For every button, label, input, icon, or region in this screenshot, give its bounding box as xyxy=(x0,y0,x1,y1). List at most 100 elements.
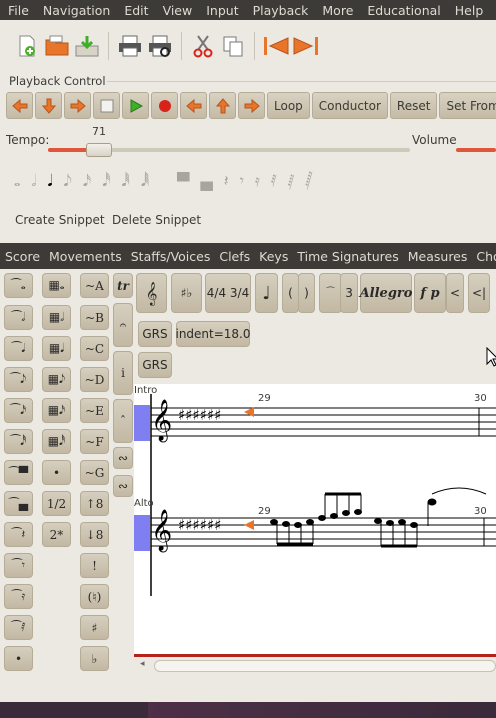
treble-clef-icon[interactable]: 𝄞 xyxy=(136,273,167,313)
delete-snippet-button[interactable]: Delete Snippet xyxy=(112,213,201,227)
staccato-icon[interactable]: ⅰ xyxy=(113,351,133,395)
chord-eighth-icon[interactable]: ▦𝅘𝅥𝅮 xyxy=(42,367,71,392)
insert-g-button[interactable]: ~G xyxy=(80,460,109,485)
flatten-button[interactable]: ♭ xyxy=(80,646,109,671)
menu-more[interactable]: More xyxy=(314,3,359,18)
score-view[interactable]: 𝄞 ♯♯♯♯♯♯ 𝄞 ♯♯♯♯♯♯ Intro 29 30 Alto 29 30 xyxy=(134,384,496,656)
open-folder-icon[interactable] xyxy=(42,31,72,61)
chord-half-icon[interactable]: ▦𝅗𝅥 xyxy=(42,305,71,330)
tie-half-rest-icon[interactable]: ⁀▄ xyxy=(4,491,33,516)
barline-button[interactable]: <| xyxy=(468,273,490,313)
accent-icon[interactable]: ˆ xyxy=(113,399,133,443)
objmenu-measures[interactable]: Measures xyxy=(403,249,472,264)
tie-whole-rest-icon[interactable]: ⁀▀ xyxy=(4,460,33,485)
paren-open-button[interactable]: ( xyxy=(282,273,299,313)
key-signature-icon[interactable]: ♯♭ xyxy=(171,273,202,313)
objmenu-chords[interactable]: Chords xyxy=(471,249,496,264)
loop-button[interactable]: Loop xyxy=(267,92,310,119)
new-document-icon[interactable] xyxy=(12,31,42,61)
tempo-marking-button[interactable]: Allegro xyxy=(360,273,412,313)
playback-end-right-button[interactable] xyxy=(238,92,265,119)
dot-icon[interactable]: • xyxy=(4,646,33,671)
copy-icon[interactable] xyxy=(218,31,248,61)
save-icon[interactable] xyxy=(72,31,102,61)
trill-button[interactable]: tr xyxy=(113,273,133,298)
menu-file[interactable]: File xyxy=(0,3,35,18)
tie-sixteenth-rest-icon[interactable]: ⁀𝄿 xyxy=(4,584,33,609)
objmenu-score[interactable]: Score xyxy=(0,249,44,264)
menu-playback[interactable]: Playback xyxy=(245,3,315,18)
paren-close-button[interactable]: ) xyxy=(298,273,315,313)
insert-b-button[interactable]: ~B xyxy=(80,305,109,330)
scroll-left-icon[interactable]: ◂ xyxy=(140,659,145,669)
objmenu-movements[interactable]: Movements xyxy=(44,249,126,264)
menu-educational[interactable]: Educational xyxy=(359,3,446,18)
stop-button[interactable] xyxy=(93,92,120,119)
tie-thirty-second-rest-icon[interactable]: ⁀𝅀 xyxy=(4,615,33,640)
play-button[interactable] xyxy=(122,92,149,119)
fermata-icon[interactable]: 𝄐 xyxy=(113,303,133,347)
horizontal-scrollbar[interactable]: ◂ xyxy=(134,657,496,675)
menu-edit[interactable]: Edit xyxy=(116,3,154,18)
create-snippet-button[interactable]: Create Snippet xyxy=(15,213,105,227)
sharpen-button[interactable]: ♯ xyxy=(80,615,109,640)
sixty-fourth-note-icon[interactable]: 𝅘𝅥𝅱 xyxy=(122,171,130,191)
time-signature-button[interactable]: 4/4 3/4 xyxy=(205,273,251,313)
reset-button[interactable]: Reset xyxy=(389,92,438,119)
sixteenth-rest-icon[interactable]: 𝄿 xyxy=(255,171,260,191)
conductor-button[interactable]: Conductor xyxy=(311,92,388,119)
eighth-rest-icon[interactable]: 𝄾 xyxy=(240,171,244,191)
whole-note-icon[interactable]: 𝅝 xyxy=(14,171,20,191)
thirty-second-rest-icon[interactable]: 𝅀 xyxy=(271,171,277,191)
move-down-button[interactable] xyxy=(35,92,62,119)
triplet-button[interactable]: 3 xyxy=(340,273,358,313)
scrollbar-thumb[interactable] xyxy=(154,660,496,672)
hundred-twenty-eighth-rest-icon[interactable]: 𝅂 xyxy=(305,171,312,191)
hundred-twenty-eighth-note-icon[interactable]: 𝅘𝅥𝅲 xyxy=(141,171,149,191)
objmenu-clefs[interactable]: Clefs xyxy=(214,249,254,264)
eighth-note-icon[interactable]: 𝅘𝅥𝅮 xyxy=(64,171,72,191)
sixty-fourth-rest-icon[interactable]: 𝅁 xyxy=(288,171,295,191)
whole-rest-icon[interactable]: ▀ xyxy=(177,172,189,191)
menu-view[interactable]: View xyxy=(155,3,199,18)
octave-up-button[interactable]: ↑8 xyxy=(80,491,109,516)
insert-a-button[interactable]: ~A xyxy=(80,273,109,298)
menu-navigation[interactable]: Navigation xyxy=(35,3,116,18)
tie-half-icon[interactable]: ⁀𝅗𝅥 xyxy=(4,305,33,330)
tie-sixteenth-icon[interactable]: ⁀𝅘𝅥𝅯 xyxy=(4,398,33,423)
objmenu-time-signatures[interactable]: Time Signatures xyxy=(292,249,402,264)
chord-sixteenth-icon[interactable]: ▦𝅘𝅥𝅯 xyxy=(42,398,71,423)
half-rest-icon[interactable]: ▄ xyxy=(200,172,212,191)
tie-quarter-icon[interactable]: ⁀𝅘𝅥 xyxy=(4,336,33,361)
quarter-note-icon[interactable]: 𝅘𝅥 xyxy=(47,171,52,191)
half-note-icon[interactable]: 𝅗𝅥 xyxy=(31,171,36,191)
tempo-slider-knob[interactable] xyxy=(85,143,112,157)
mordent-icon[interactable]: ∾ xyxy=(113,475,133,497)
insert-f-button[interactable]: ~F xyxy=(80,429,109,454)
objmenu-staffs-voices[interactable]: Staffs/Voices xyxy=(126,249,215,264)
record-button[interactable] xyxy=(151,92,178,119)
insert-e-button[interactable]: ~E xyxy=(80,398,109,423)
palette-dot-button[interactable]: • xyxy=(42,460,71,485)
tie-whole-icon[interactable]: ⁀𝅝 xyxy=(4,273,33,298)
turn-icon[interactable]: ∾ xyxy=(113,447,133,469)
rewind-left-button[interactable] xyxy=(6,92,33,119)
tie-eighth-rest-icon[interactable]: ⁀𝄾 xyxy=(4,553,33,578)
playback-up-button[interactable] xyxy=(209,92,236,119)
half-duration-button[interactable]: 1/2 xyxy=(42,491,71,516)
volume-slider[interactable] xyxy=(456,148,496,152)
octave-down-button[interactable]: ↓8 xyxy=(80,522,109,547)
print-preview-icon[interactable] xyxy=(145,31,175,61)
menu-help[interactable]: Help xyxy=(447,3,490,18)
crescendo-button[interactable]: < xyxy=(446,273,464,313)
insert-d-button[interactable]: ~D xyxy=(80,367,109,392)
forward-right-button[interactable] xyxy=(64,92,91,119)
indent-button[interactable]: indent=18.0 xyxy=(175,321,251,347)
next-movement-icon[interactable] xyxy=(291,31,321,61)
tie-quarter-rest-icon[interactable]: ⁀𝄽 xyxy=(4,522,33,547)
cautionary-button[interactable]: ! xyxy=(80,553,109,578)
quarter-rest-icon[interactable]: 𝄽 xyxy=(224,171,229,191)
tie-eighth-icon[interactable]: ⁀𝅘𝅥𝅮 xyxy=(4,367,33,392)
playback-start-left-button[interactable] xyxy=(180,92,207,119)
thirty-second-note-icon[interactable]: 𝅘𝅥𝅰 xyxy=(102,171,110,191)
